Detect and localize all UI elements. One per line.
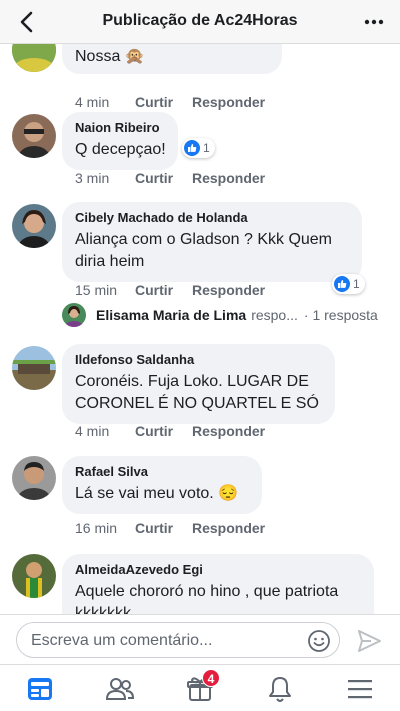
avatar[interactable] (12, 554, 56, 598)
comment-time: 4 min (75, 94, 110, 110)
comment-composer: Escreva um comentário... (0, 614, 400, 664)
reaction-count[interactable]: 1 (182, 138, 215, 158)
avatar[interactable] (12, 114, 56, 158)
emoji-icon[interactable] (307, 629, 331, 653)
comment-text-line: Aquele chororó no hino , que patriota (75, 583, 339, 600)
tab-notifications-gift[interactable]: 4 (180, 669, 220, 705)
comment-author[interactable]: Ildefonso Saldanha (75, 352, 323, 367)
bell-icon (269, 677, 291, 702)
reply-snippet: respo... (251, 307, 298, 323)
comment-actions: 4 min Curtir Responder (75, 423, 265, 439)
bottom-tab-bar: 4 (0, 664, 400, 711)
comment-bubble: Nossa 🙊 (62, 44, 282, 74)
page-title: Publicação de Ac24Horas (102, 12, 298, 29)
reply-link[interactable]: Responder (192, 520, 265, 536)
news-feed-icon (28, 678, 52, 700)
reply-link[interactable]: Responder (192, 170, 265, 186)
comment-text: Lá se vai meu voto. 😔 (75, 485, 239, 502)
comment-author[interactable]: Rafael Silva (75, 464, 250, 479)
comment-actions: 3 min Curtir Responder (75, 170, 265, 186)
comment-author[interactable]: Naion Ribeiro (75, 120, 166, 135)
reply-count: · 1 resposta (303, 307, 378, 323)
reaction-number: 1 (353, 277, 360, 291)
reaction-count[interactable]: 1 (332, 274, 365, 294)
comment-input-placeholder: Escreva um comentário... (31, 632, 213, 649)
comment-bubble: Naion Ribeiro Q decepçao! (62, 112, 178, 170)
comment-text-line: CORONEL É NO QUARTEL E SÓ (75, 395, 319, 412)
comment-time: 16 min (75, 520, 118, 536)
avatar[interactable] (12, 346, 56, 390)
like-reaction-icon (184, 140, 200, 156)
comment-text: Q decepçao! (75, 141, 166, 158)
send-icon[interactable] (356, 628, 382, 654)
comment-bubble: Rafael Silva Lá se vai meu voto. 😔 (62, 456, 262, 514)
comment-time: 3 min (75, 170, 110, 186)
top-bar: Publicação de Ac24Horas (0, 0, 400, 44)
comment-input[interactable]: Escreva um comentário... (16, 622, 340, 658)
tab-alerts[interactable] (260, 673, 300, 705)
avatar[interactable] (12, 204, 56, 248)
like-link[interactable]: Curtir (135, 170, 192, 186)
friends-icon (105, 678, 135, 700)
reply-link[interactable]: Responder (192, 282, 265, 298)
comment-actions: 4 min Curtir Responder (75, 94, 265, 110)
like-link[interactable]: Curtir (135, 423, 192, 439)
comment-bubble: Cibely Machado de Holanda Aliança com o … (62, 202, 362, 282)
notification-badge: 4 (202, 669, 220, 687)
tab-menu[interactable] (340, 673, 380, 705)
comment-text-line: Aliança com o Gladson ? Kkk Quem (75, 231, 333, 248)
reaction-number: 1 (203, 141, 210, 155)
like-link[interactable]: Curtir (135, 520, 192, 536)
reply-link[interactable]: Responder (192, 423, 265, 439)
menu-icon (348, 680, 372, 699)
comment-actions: 15 min Curtir Responder (75, 282, 265, 298)
comment-author[interactable]: AlmeidaAzevedo Egi (75, 562, 362, 577)
reply-author: Elisama Maria de Lima (96, 307, 247, 323)
like-reaction-icon (334, 276, 350, 292)
comment-text-line: diria heim (75, 253, 145, 270)
tab-friends[interactable] (100, 673, 140, 705)
comment-text-line: kkkkkkk (75, 605, 131, 614)
comment-bubble: Ildefonso Saldanha Coronéis. Fuja Loko. … (62, 344, 335, 424)
reply-preview[interactable]: Elisama Maria de Lima respo... · 1 respo… (62, 302, 400, 328)
avatar[interactable] (12, 456, 56, 500)
comments-feed[interactable]: Nossa 🙊 4 min Curtir Responder Naion Rib… (0, 44, 400, 614)
like-link[interactable]: Curtir (135, 282, 192, 298)
more-options-button[interactable] (362, 10, 386, 34)
tab-news-feed[interactable] (20, 673, 60, 705)
comment-author[interactable]: Cibely Machado de Holanda (75, 210, 350, 225)
comment-text-line: Coronéis. Fuja Loko. LUGAR DE (75, 373, 309, 390)
comment-actions: 16 min Curtir Responder (75, 520, 265, 536)
comment-time: 15 min (75, 282, 118, 298)
avatar[interactable] (12, 44, 56, 72)
reply-link[interactable]: Responder (192, 94, 265, 110)
like-link[interactable]: Curtir (135, 94, 192, 110)
comment-bubble: AlmeidaAzevedo Egi Aquele chororó no hin… (62, 554, 374, 614)
comment-time: 4 min (75, 423, 110, 439)
comment-text: Nossa 🙊 (75, 48, 145, 65)
avatar (62, 303, 86, 327)
more-dots-icon (364, 19, 384, 25)
